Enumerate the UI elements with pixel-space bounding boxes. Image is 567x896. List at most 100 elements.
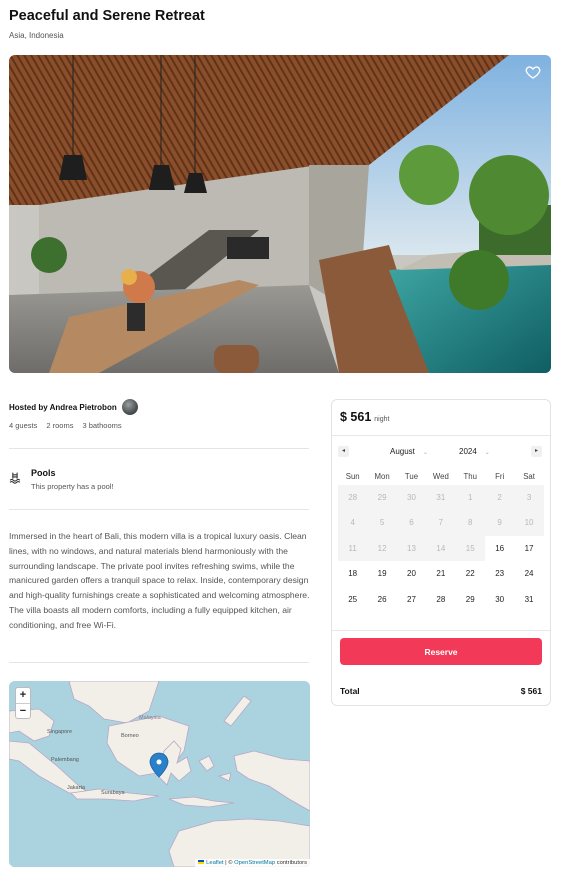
section-divider <box>9 509 309 510</box>
calendar-day[interactable]: 18 <box>338 561 367 586</box>
attribution-separator: | © <box>223 860 235 866</box>
villa-photo-image <box>9 55 551 373</box>
calendar-day[interactable]: 17 <box>514 536 543 561</box>
total-label: Total <box>340 686 360 696</box>
calendar-day: 30 <box>396 485 427 511</box>
weekday-label: Wed <box>432 472 449 481</box>
booking-divider <box>332 435 550 436</box>
next-month-icon[interactable]: ▸ <box>531 446 542 457</box>
calendar-day[interactable]: 22 <box>456 561 485 586</box>
rooms-count: 2 rooms <box>46 421 74 430</box>
map-label: Surabaya <box>101 790 125 796</box>
amenity-item: Pools This property has a pool! <box>9 468 114 491</box>
weekday-label: Sun <box>345 472 360 481</box>
listing-facts: 4 guests 2 rooms 3 bathooms <box>9 421 122 430</box>
month-value: August <box>390 447 415 456</box>
host-info: Hosted by Andrea Pietrobon <box>9 399 138 415</box>
calendar-header: ◂ August ⌄ 2024 ⌄ ▸ <box>338 446 545 460</box>
calendar-day[interactable]: 24 <box>514 561 543 586</box>
calendar-week-row: 28 29 30 31 1 2 3 <box>338 485 544 511</box>
weekday-label: Tue <box>404 472 419 481</box>
calendar-day[interactable]: 23 <box>485 561 514 586</box>
calendar-day: 6 <box>396 510 427 536</box>
reserve-button[interactable]: Reserve <box>340 638 542 665</box>
calendar-week-row: 11 12 13 14 15 16 17 <box>338 535 544 562</box>
calendar-day: 13 <box>396 535 427 562</box>
calendar-day[interactable]: 31 <box>514 587 543 612</box>
price-unit: night <box>374 416 390 423</box>
month-select[interactable]: August ⌄ <box>390 447 428 456</box>
amenity-description: This property has a pool! <box>31 482 114 491</box>
weekday-label: Sat <box>523 472 535 481</box>
calendar-grid: Sun Mon Tue Wed Thu Fri Sat 28 29 30 31 1 2 3 4… <box>338 469 544 612</box>
openstreetmap-link[interactable]: OpenStreetMap <box>234 860 275 866</box>
year-select[interactable]: 2024 ⌄ <box>459 447 490 456</box>
nightly-price: $ 561 <box>340 410 372 424</box>
map-label: Palembang <box>51 757 79 763</box>
zoom-out-button[interactable]: − <box>16 703 30 718</box>
booking-divider <box>332 630 550 631</box>
calendar-day: 29 <box>367 485 397 511</box>
host-label: Hosted by Andrea Pietrobon <box>9 402 117 412</box>
zoom-controls: + − <box>15 687 31 719</box>
calendar-day: 10 <box>514 510 544 536</box>
attribution-tail: contributors <box>275 860 307 866</box>
calendar-day: 3 <box>514 485 544 511</box>
calendar-day: 28 <box>338 485 368 511</box>
map-attribution: Leaflet | © OpenStreetMap contributors <box>195 859 310 867</box>
calendar-weeks: 28 29 30 31 1 2 3 4 5 6 7 8 9 10 11 12 13 14 15 16 17 18 19 20 2… <box>338 485 544 612</box>
total-value: $ 561 <box>520 686 542 696</box>
calendar-day[interactable]: 26 <box>367 587 396 612</box>
guests-count: 4 guests <box>9 421 38 430</box>
weekday-row: Sun Mon Tue Wed Thu Fri Sat <box>338 469 544 485</box>
calendar-day[interactable]: 27 <box>397 587 426 612</box>
calendar-day[interactable]: 28 <box>426 587 455 612</box>
calendar-day: 4 <box>338 510 368 536</box>
amenity-title: Pools <box>31 468 56 478</box>
price-row: $ 561 night <box>340 410 389 424</box>
calendar-day: 1 <box>455 485 485 511</box>
calendar-day: 14 <box>426 535 456 562</box>
favorite-heart-icon[interactable] <box>525 64 541 80</box>
calendar-week-row: 25 26 27 28 29 30 31 <box>338 587 544 612</box>
location-map[interactable]: Malaysia Singapore Borneo Palembang Jaka… <box>9 681 310 867</box>
leaflet-link[interactable]: Leaflet <box>206 860 223 866</box>
calendar-day[interactable]: 20 <box>397 561 426 586</box>
host-avatar <box>121 399 138 415</box>
calendar-day: 5 <box>367 510 397 536</box>
calendar-week-row: 18 19 20 21 22 23 24 <box>338 561 544 586</box>
calendar-day: 11 <box>338 535 368 562</box>
weekday-label: Mon <box>374 472 390 481</box>
calendar-day[interactable]: 25 <box>338 587 367 612</box>
bathrooms-count: 3 bathooms <box>82 421 122 430</box>
map-label: Singapore <box>47 729 72 735</box>
listing-title: Peaceful and Serene Retreat <box>9 8 205 24</box>
calendar-day[interactable]: 21 <box>426 561 455 586</box>
calendar-day[interactable]: 29 <box>456 587 485 612</box>
calendar-day[interactable]: 19 <box>367 561 396 586</box>
year-value: 2024 <box>459 447 477 456</box>
zoom-in-button[interactable]: + <box>16 688 30 703</box>
calendar-day: 12 <box>367 535 397 562</box>
calendar-day: 9 <box>484 510 515 536</box>
listing-description: Immersed in the heart of Bali, this mode… <box>9 531 310 630</box>
calendar-day: 15 <box>455 535 485 562</box>
pool-icon <box>9 471 22 484</box>
map-label: Jakarta <box>67 785 86 791</box>
map-label: Malaysia <box>139 715 162 721</box>
listing-photo <box>9 55 551 373</box>
weekday-label: Thu <box>463 472 477 481</box>
ukraine-flag-icon <box>198 860 205 865</box>
section-divider <box>9 448 309 449</box>
chevron-down-icon: ⌄ <box>422 450 428 456</box>
section-divider <box>9 662 309 663</box>
previous-month-icon[interactable]: ◂ <box>338 446 349 457</box>
calendar-week-row: 4 5 6 7 8 9 10 <box>338 510 544 536</box>
calendar-day[interactable]: 16 <box>485 536 514 561</box>
chevron-down-icon: ⌄ <box>484 450 490 456</box>
weekday-label: Fri <box>495 472 505 481</box>
calendar-day[interactable]: 30 <box>485 587 514 612</box>
calendar-day: 8 <box>455 510 485 536</box>
calendar-day: 7 <box>426 510 456 536</box>
map-tiles[interactable]: Malaysia Singapore Borneo Palembang Jaka… <box>9 681 310 867</box>
